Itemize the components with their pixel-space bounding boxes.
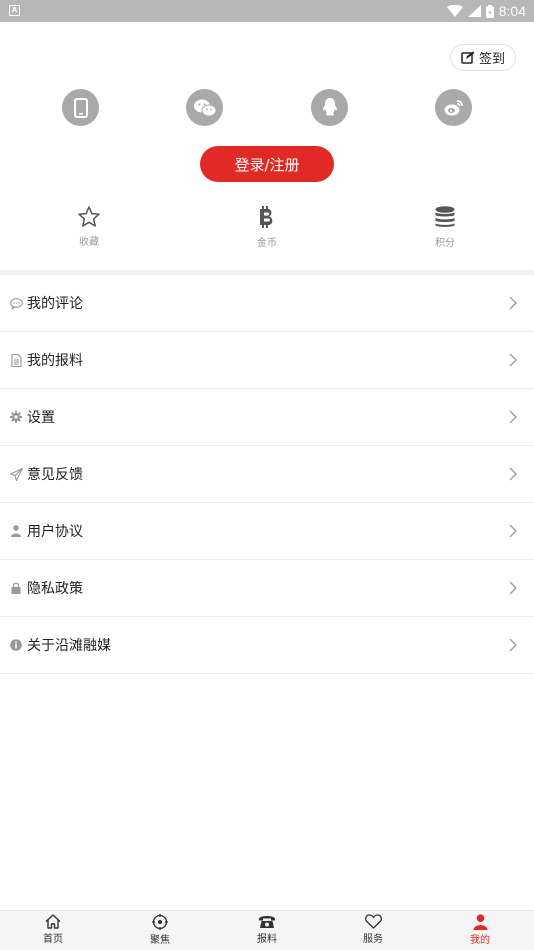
wifi-icon [446,5,463,17]
stat-label: 金币 [257,238,277,249]
stats-row: 收藏 金币 积分 [0,206,534,258]
document-icon [9,353,23,367]
chevron-right-icon [509,467,517,481]
social-login-row [0,89,534,127]
phone-login-button[interactable] [62,89,99,126]
tab-focus[interactable]: 聚焦 [130,914,190,946]
notification-icon: A [9,5,20,16]
chevron-right-icon [509,524,517,538]
chevron-right-icon [509,638,517,652]
menu-item-label: 隐私政策 [27,581,83,597]
tab-label: 报料 [257,934,277,945]
menu-item-label: 我的评论 [27,296,83,312]
tab-service[interactable]: 服务 [343,914,403,945]
weibo-login-button[interactable] [435,89,472,126]
menu-item-about[interactable]: 关于沿滩融媒 [0,617,534,674]
star-icon [78,206,100,227]
tab-label: 我的 [470,935,490,946]
wechat-icon [193,99,216,116]
checkin-label: 签到 [478,52,505,67]
chevron-right-icon [509,296,517,310]
battery-icon [485,4,494,18]
tab-label: 聚焦 [150,935,170,946]
menu-list: 我的评论 我的报料 设置 意见反馈 用户协议 隐私政策 关于沿滩融媒 [0,275,534,674]
menu-item-label: 设置 [27,410,55,426]
clock: 8:04 [498,3,526,19]
menu-item-privacy-policy[interactable]: 隐私政策 [0,560,534,617]
signal-icon [467,5,481,17]
menu-item-my-comments[interactable]: 我的评论 [0,275,534,332]
menu-item-my-reports[interactable]: 我的报料 [0,332,534,389]
tab-label: 首页 [43,934,63,945]
info-icon [9,638,23,652]
checkin-button[interactable]: 签到 [450,44,516,71]
tab-home[interactable]: 首页 [23,914,83,945]
heart-icon [364,914,382,929]
qq-icon [322,98,337,116]
gear-icon [9,410,23,424]
phone-icon [73,97,88,118]
menu-item-label: 意见反馈 [27,467,83,483]
status-bar: A 8:04 [0,0,534,22]
menu-item-feedback[interactable]: 意见反馈 [0,446,534,503]
bottom-tab-bar: 首页 聚焦 报料 服务 我的 [0,910,534,950]
telephone-icon [259,916,275,928]
menu-item-label: 关于沿滩融媒 [27,638,111,654]
wechat-login-button[interactable] [186,89,223,126]
stat-label: 积分 [435,238,455,249]
user-icon [9,524,23,538]
weibo-icon [444,100,463,116]
home-icon [45,914,61,929]
qq-login-button[interactable] [311,89,348,126]
menu-item-label: 用户协议 [27,524,83,540]
comment-icon [9,296,23,310]
stat-coins[interactable]: 金币 [227,206,307,249]
bitcoin-icon [260,206,273,228]
login-register-button[interactable]: 登录/注册 [200,146,334,182]
tab-label: 服务 [363,934,383,945]
chevron-right-icon [509,410,517,424]
user-icon [473,914,487,930]
stat-label: 收藏 [79,237,99,248]
login-register-label: 登录/注册 [234,155,300,174]
menu-item-settings[interactable]: 设置 [0,389,534,446]
lock-icon [9,581,23,595]
send-icon [9,467,23,481]
chevron-right-icon [509,581,517,595]
edit-icon [461,51,475,64]
tab-mine[interactable]: 我的 [450,914,510,946]
menu-item-user-agreement[interactable]: 用户协议 [0,503,534,560]
stat-points[interactable]: 积分 [405,206,485,249]
chevron-right-icon [509,353,517,367]
status-icons: 8:04 [446,0,526,22]
database-icon [435,206,455,227]
menu-item-label: 我的报料 [27,353,83,369]
stat-favorites[interactable]: 收藏 [49,206,129,248]
tab-report[interactable]: 报料 [237,914,297,945]
focus-icon [152,914,168,930]
